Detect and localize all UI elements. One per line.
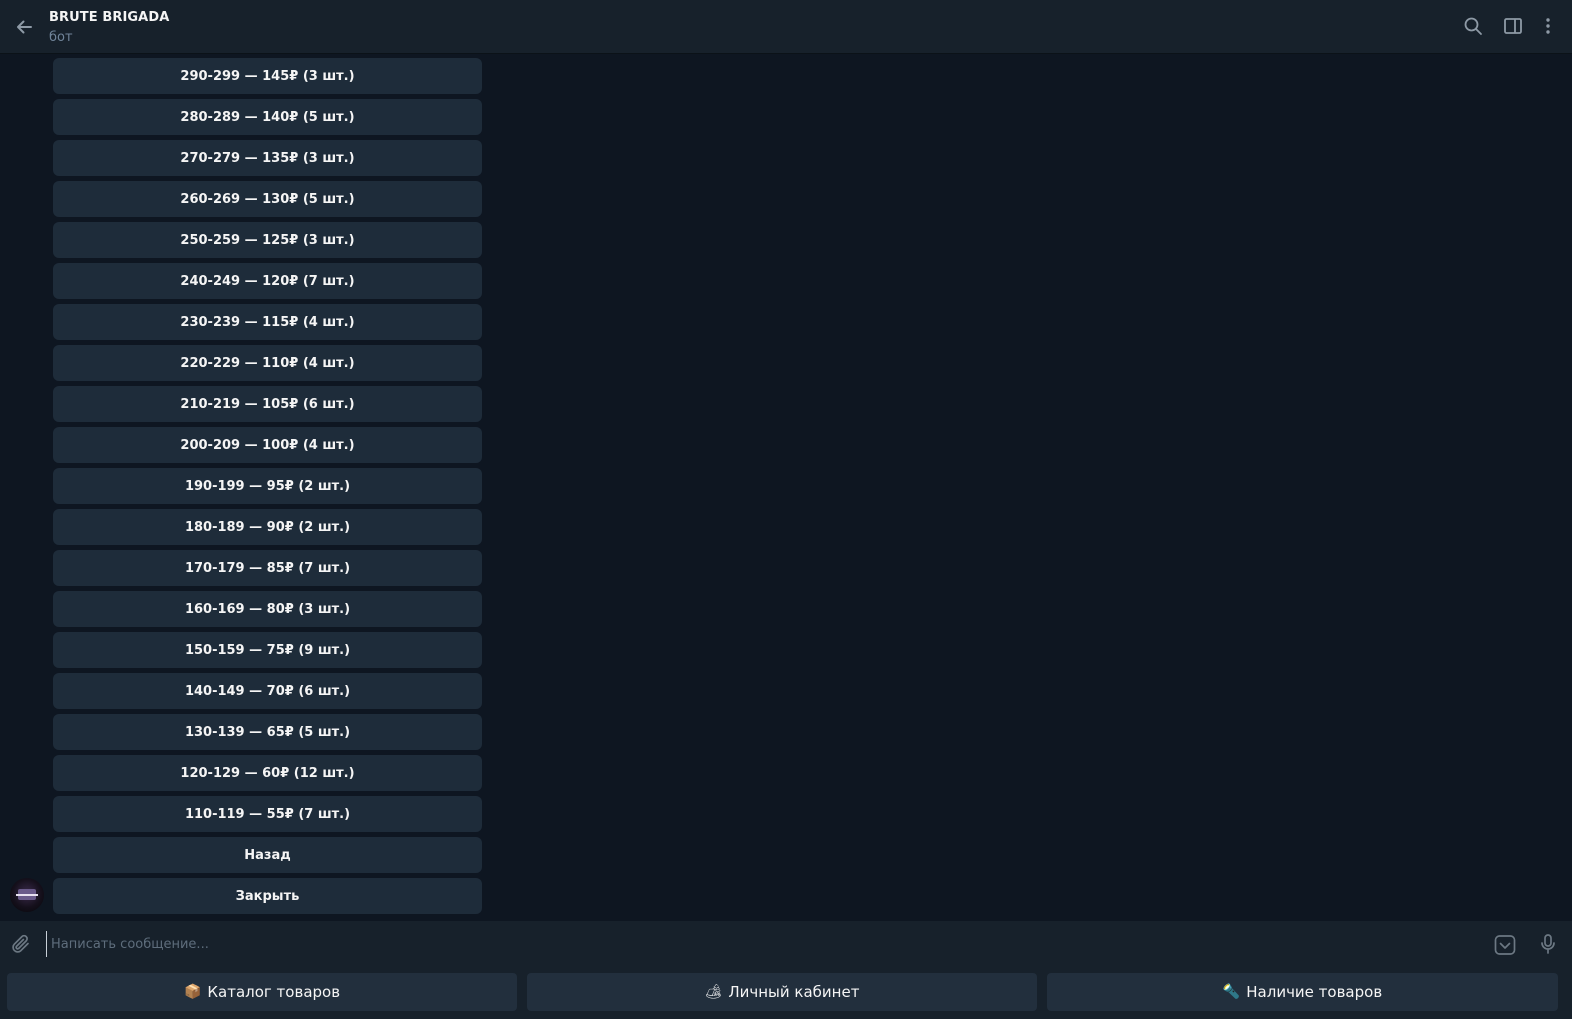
inline-button-price-range[interactable]: 230-239 — 115₽ (4 шт.) xyxy=(53,304,482,340)
inline-keyboard: 290-299 — 145₽ (3 шт.) 280-289 — 140₽ (5 … xyxy=(53,58,482,914)
inline-button-price-range[interactable]: 190-199 — 95₽ (2 шт.) xyxy=(53,468,482,504)
inline-button-price-range[interactable]: 280-289 — 140₽ (5 шт.) xyxy=(53,99,482,135)
inline-button-price-range[interactable]: 120-129 — 60₽ (12 шт.) xyxy=(53,755,482,791)
account-button[interactable]: 🏕 Личный кабинет xyxy=(527,973,1037,1011)
avatar-logo-stripe xyxy=(16,894,38,896)
sidebar-toggle-icon[interactable] xyxy=(1502,15,1524,37)
microphone-icon[interactable] xyxy=(1536,932,1560,956)
bot-avatar[interactable] xyxy=(10,878,44,912)
inline-button-price-range[interactable]: 170-179 — 85₽ (7 шт.) xyxy=(53,550,482,586)
search-icon[interactable] xyxy=(1462,15,1484,37)
inline-button-price-range[interactable]: 260-269 — 130₽ (5 шт.) xyxy=(53,181,482,217)
reply-keyboard: 📦 Каталог товаров 🏕 Личный кабинет 🔦 Нал… xyxy=(0,967,1572,1019)
back-arrow-icon[interactable] xyxy=(10,13,38,41)
stock-label: Наличие товаров xyxy=(1246,983,1383,1001)
inline-button-price-range[interactable]: 210-219 — 105₽ (6 шт.) xyxy=(53,386,482,422)
chat-title[interactable]: BRUTE BRIGADA xyxy=(49,10,169,25)
close-button[interactable]: Закрыть xyxy=(53,878,482,914)
message-composer xyxy=(0,921,1572,967)
inline-button-price-range[interactable]: 200-209 — 100₽ (4 шт.) xyxy=(53,427,482,463)
inline-button-price-range[interactable]: 130-139 — 65₽ (5 шт.) xyxy=(53,714,482,750)
more-vertical-icon[interactable] xyxy=(1537,15,1559,37)
inline-button-price-range[interactable]: 220-229 — 110₽ (4 шт.) xyxy=(53,345,482,381)
inline-button-price-range[interactable]: 180-189 — 90₽ (2 шт.) xyxy=(53,509,482,545)
message-area: 290-299 — 145₽ (3 шт.) 280-289 — 140₽ (5 … xyxy=(0,55,1572,921)
inline-button-price-range[interactable]: 290-299 — 145₽ (3 шт.) xyxy=(53,58,482,94)
catalog-button[interactable]: 📦 Каталог товаров xyxy=(7,973,517,1011)
back-button[interactable]: Назад xyxy=(53,837,482,873)
camping-icon: 🏕 xyxy=(704,984,723,1000)
paperclip-icon[interactable] xyxy=(9,932,33,956)
inline-button-price-range[interactable]: 270-279 — 135₽ (3 шт.) xyxy=(53,140,482,176)
inline-button-price-range[interactable]: 110-119 — 55₽ (7 шт.) xyxy=(53,796,482,832)
flashlight-icon: 🔦 xyxy=(1222,984,1241,1000)
inline-button-price-range[interactable]: 240-249 — 120₽ (7 шт.) xyxy=(53,263,482,299)
inline-button-price-range[interactable]: 140-149 — 70₽ (6 шт.) xyxy=(53,673,482,709)
inline-button-price-range[interactable]: 160-169 — 80₽ (3 шт.) xyxy=(53,591,482,627)
inline-button-price-range[interactable]: 150-159 — 75₽ (9 шт.) xyxy=(53,632,482,668)
package-icon: 📦 xyxy=(183,984,202,1000)
chat-header: BRUTE BRIGADA бот xyxy=(0,0,1572,54)
stock-button[interactable]: 🔦 Наличие товаров xyxy=(1047,973,1558,1011)
catalog-label: Каталог товаров xyxy=(207,983,341,1001)
chat-subtitle: бот xyxy=(49,30,73,45)
message-input[interactable] xyxy=(46,931,1466,957)
account-label: Личный кабинет xyxy=(728,983,860,1001)
bot-keyboard-icon[interactable] xyxy=(1493,933,1517,957)
inline-button-price-range[interactable]: 250-259 — 125₽ (3 шт.) xyxy=(53,222,482,258)
